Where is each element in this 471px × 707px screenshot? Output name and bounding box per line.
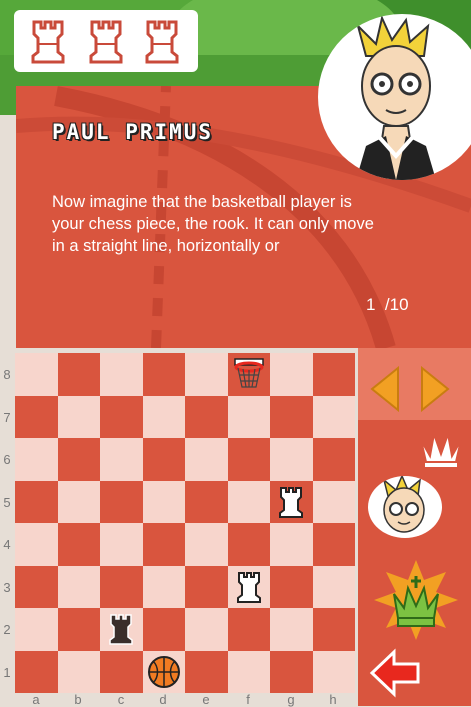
king-icon[interactable] [372, 558, 460, 642]
page-counter: 1 /10 [366, 295, 409, 315]
white-rook-icon[interactable] [234, 570, 264, 604]
square-c1[interactable] [100, 650, 143, 693]
square-b5[interactable] [57, 480, 100, 523]
white-rook-icon[interactable] [276, 485, 306, 519]
rank-label: 6 [3, 452, 11, 467]
square-h8[interactable] [312, 353, 355, 396]
sidebar [358, 348, 471, 706]
square-d4[interactable] [142, 523, 185, 566]
square-f6[interactable] [227, 438, 270, 481]
lives-tray [14, 10, 198, 72]
square-h4[interactable] [312, 523, 355, 566]
file-label: d [159, 692, 167, 707]
rook-icon [142, 18, 182, 64]
square-d2[interactable] [142, 608, 185, 651]
basketball-icon[interactable] [147, 655, 181, 689]
square-b2[interactable] [57, 608, 100, 651]
square-e4[interactable] [185, 523, 228, 566]
page-total: /10 [384, 295, 409, 314]
square-a2[interactable] [15, 608, 58, 651]
file-label: h [329, 692, 337, 707]
square-h5[interactable] [312, 480, 355, 523]
rank-label: 7 [3, 410, 11, 425]
rank-label: 4 [3, 537, 11, 552]
square-b8[interactable] [57, 353, 100, 396]
file-label: b [74, 692, 82, 707]
rank-label: 3 [3, 580, 11, 595]
square-d8[interactable] [142, 353, 185, 396]
square-h6[interactable] [312, 438, 355, 481]
right-arrow-icon[interactable] [420, 366, 450, 412]
file-label: f [246, 692, 250, 707]
square-c7[interactable] [100, 395, 143, 438]
square-a4[interactable] [15, 523, 58, 566]
square-f7[interactable] [227, 395, 270, 438]
square-g2[interactable] [270, 608, 313, 651]
paul-primus-avatar [356, 16, 436, 180]
left-arrow-icon[interactable] [370, 366, 400, 412]
square-d5[interactable] [142, 480, 185, 523]
file-label: a [32, 692, 40, 707]
rook-icon [28, 18, 68, 64]
square-a3[interactable] [15, 565, 58, 608]
square-c4[interactable] [100, 523, 143, 566]
square-b4[interactable] [57, 523, 100, 566]
square-c5[interactable] [100, 480, 143, 523]
square-g8[interactable] [270, 353, 313, 396]
square-d6[interactable] [142, 438, 185, 481]
square-c8[interactable] [100, 353, 143, 396]
square-c3[interactable] [100, 565, 143, 608]
rank-label: 1 [3, 665, 11, 680]
file-label: e [202, 692, 210, 707]
square-c6[interactable] [100, 438, 143, 481]
square-b6[interactable] [57, 438, 100, 481]
square-e8[interactable] [185, 353, 228, 396]
square-e6[interactable] [185, 438, 228, 481]
queen-icon[interactable] [416, 426, 466, 472]
speaker-name: PAUL PRIMUS [52, 120, 214, 144]
square-h3[interactable] [312, 565, 355, 608]
page-current: 1 [366, 295, 376, 314]
square-b1[interactable] [57, 650, 100, 693]
square-g6[interactable] [270, 438, 313, 481]
square-a5[interactable] [15, 480, 58, 523]
square-g1[interactable] [270, 650, 313, 693]
square-g3[interactable] [270, 565, 313, 608]
rook-icon [86, 18, 126, 64]
square-b7[interactable] [57, 395, 100, 438]
square-e3[interactable] [185, 565, 228, 608]
square-d3[interactable] [142, 565, 185, 608]
coach-avatar[interactable] [368, 476, 442, 538]
square-f4[interactable] [227, 523, 270, 566]
rank-label: 5 [3, 495, 11, 510]
square-f2[interactable] [227, 608, 270, 651]
square-f1[interactable] [227, 650, 270, 693]
square-e7[interactable] [185, 395, 228, 438]
square-e1[interactable] [185, 650, 228, 693]
basketball-hoop-icon [232, 357, 266, 391]
square-b3[interactable] [57, 565, 100, 608]
square-a7[interactable] [15, 395, 58, 438]
black-rook-icon[interactable] [106, 612, 136, 646]
square-h7[interactable] [312, 395, 355, 438]
square-a6[interactable] [15, 438, 58, 481]
dialog-text: Now imagine that the basketball player i… [52, 193, 374, 255]
rank-label: 2 [3, 622, 11, 637]
file-label: c [117, 692, 125, 707]
character-portrait [318, 14, 471, 180]
square-e5[interactable] [185, 480, 228, 523]
square-h2[interactable] [312, 608, 355, 651]
square-f5[interactable] [227, 480, 270, 523]
chess-board[interactable] [15, 353, 355, 693]
square-e2[interactable] [185, 608, 228, 651]
back-arrow-icon[interactable] [368, 648, 422, 698]
square-a8[interactable] [15, 353, 58, 396]
square-h1[interactable] [312, 650, 355, 693]
square-g4[interactable] [270, 523, 313, 566]
rank-label: 8 [3, 367, 11, 382]
square-g7[interactable] [270, 395, 313, 438]
square-d7[interactable] [142, 395, 185, 438]
file-label: g [287, 692, 295, 707]
square-a1[interactable] [15, 650, 58, 693]
